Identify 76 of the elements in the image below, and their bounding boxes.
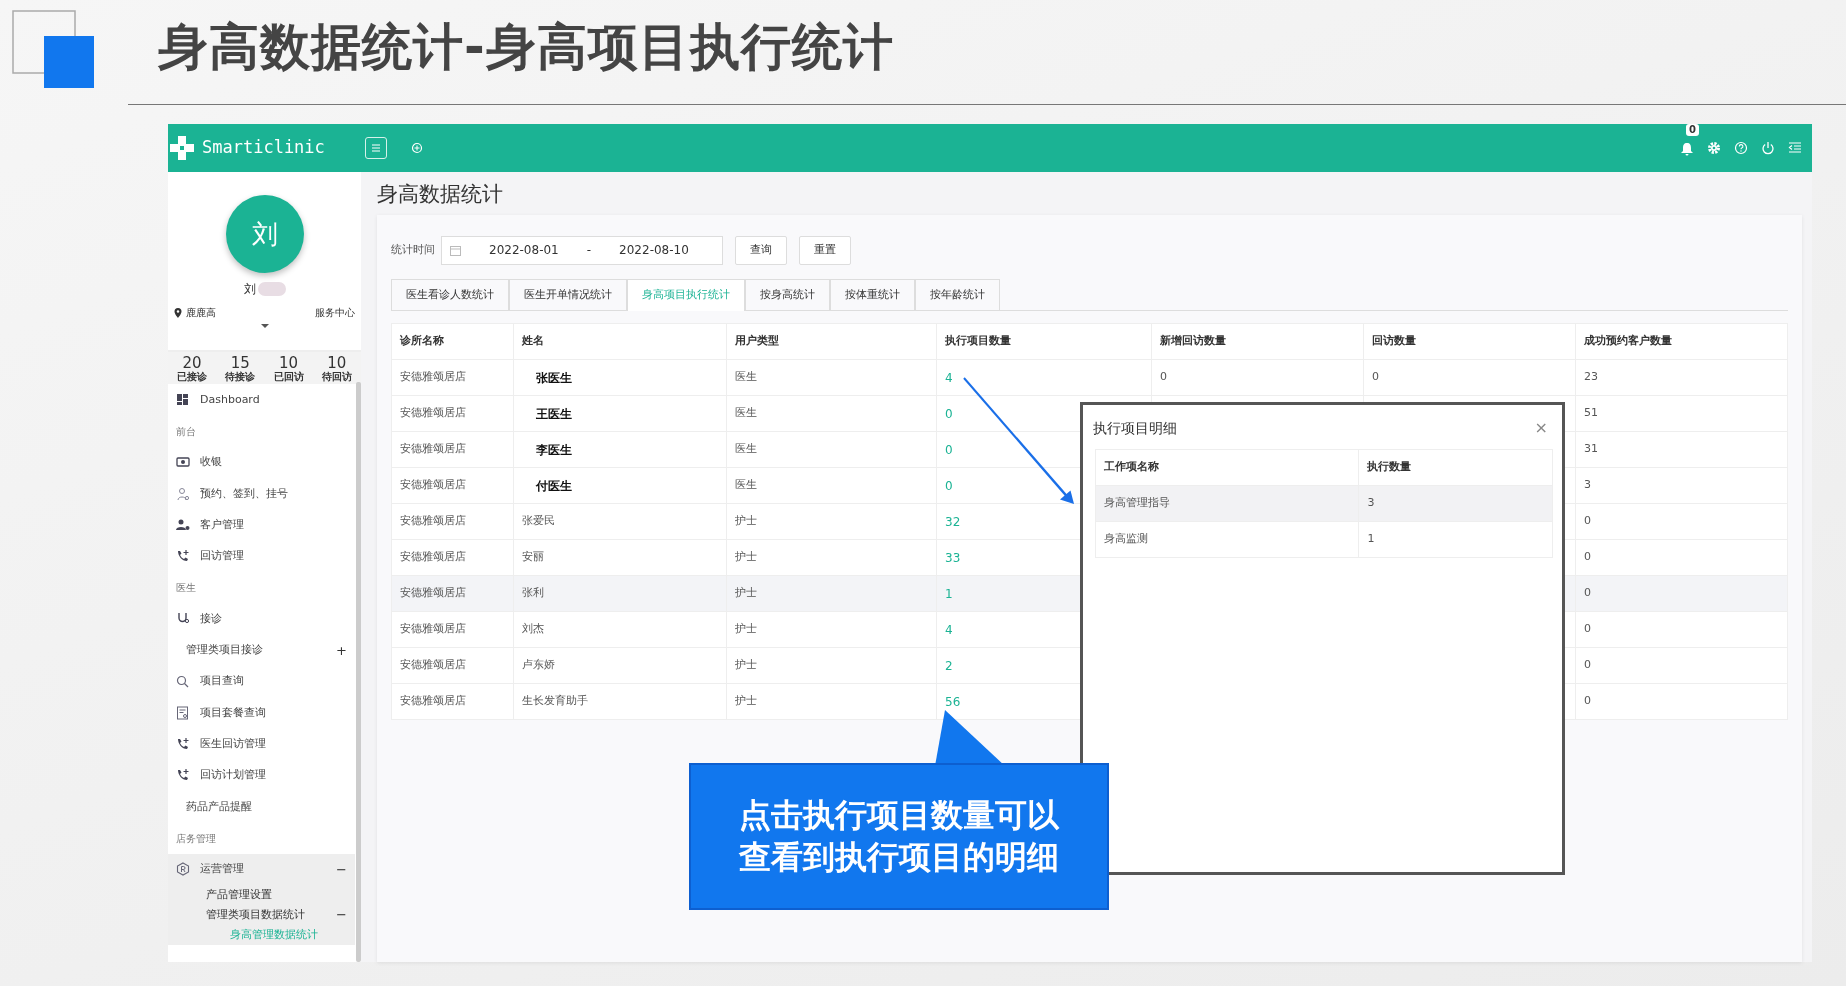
stat-label: 已接诊 bbox=[177, 371, 208, 383]
table-cell: 31 bbox=[1575, 431, 1788, 468]
table-cell: 医生 bbox=[726, 395, 937, 432]
table-cell: 安德雅颂居店 bbox=[391, 683, 514, 720]
stat-value: 20 bbox=[181, 356, 203, 372]
user-avatar: 刘 bbox=[225, 195, 304, 273]
table-cell: 付医生 bbox=[513, 467, 727, 504]
notification-badge: 0 bbox=[1686, 124, 1699, 136]
table-cell: 0 bbox=[1575, 575, 1788, 612]
column-header: 执行项目数量 bbox=[936, 323, 1152, 360]
table-cell: 0 bbox=[1575, 539, 1788, 576]
column-header: 姓名 bbox=[513, 323, 727, 360]
column-header: 新增回访数量 bbox=[1151, 323, 1364, 360]
table-cell: 医生 bbox=[726, 359, 937, 396]
table-cell: 护士 bbox=[726, 503, 937, 540]
table-cell: 0 bbox=[1151, 359, 1364, 396]
column-header: 用户类型 bbox=[726, 323, 937, 360]
table-cell: 卢东娇 bbox=[513, 647, 727, 684]
table-cell: 安德雅颂居店 bbox=[391, 611, 514, 648]
table-cell: 身高管理指导 bbox=[1095, 485, 1359, 522]
section-label: 医生 bbox=[175, 581, 197, 596]
stat-label: 待回访 bbox=[321, 371, 352, 383]
stat-value: 15 bbox=[230, 356, 251, 372]
table-cell: 安德雅颂居店 bbox=[391, 503, 514, 540]
location-text: 鹿鹿高 bbox=[186, 306, 216, 320]
table-cell: 安丽 bbox=[513, 539, 727, 576]
column-header: 工作项名称 bbox=[1095, 449, 1359, 486]
table-cell: 护士 bbox=[726, 647, 937, 684]
org-text: 服务中心 bbox=[315, 306, 355, 320]
filter-label: 统计时间 bbox=[391, 241, 435, 258]
table-cell: 张利 bbox=[513, 575, 727, 612]
table-cell: 护士 bbox=[726, 611, 937, 648]
column-header: 回访数量 bbox=[1363, 323, 1576, 360]
table-cell: 刘杰 bbox=[513, 611, 727, 648]
table-cell: 护士 bbox=[726, 683, 937, 720]
table-cell: 1 bbox=[1358, 521, 1553, 558]
table-cell: 护士 bbox=[726, 575, 937, 612]
table-cell: 安德雅颂居店 bbox=[391, 575, 514, 612]
table-cell: 0 bbox=[1575, 611, 1788, 648]
table-cell: 医生 bbox=[726, 431, 937, 468]
table-cell: 李医生 bbox=[513, 431, 727, 468]
table-cell: 身高监测 bbox=[1095, 521, 1359, 558]
column-header: 成功预约客户数量 bbox=[1575, 323, 1788, 360]
table-cell: 医生 bbox=[726, 467, 937, 504]
column-header: 执行数量 bbox=[1358, 449, 1553, 486]
slide-title: 身高数据统计-身高项目执行统计 bbox=[158, 17, 894, 78]
table-cell: 安德雅颂居店 bbox=[391, 467, 514, 504]
table-cell: 0 bbox=[1575, 647, 1788, 684]
brand-name: Smarticlinic bbox=[202, 136, 325, 160]
column-header: 诊所名称 bbox=[391, 323, 514, 360]
table-cell: 0 bbox=[1575, 503, 1788, 540]
table-cell: 张爱民 bbox=[513, 503, 727, 540]
table-cell: 安德雅颂居店 bbox=[391, 395, 514, 432]
table-cell: 生长发育助手 bbox=[513, 683, 727, 720]
table-cell: 3 bbox=[1575, 467, 1788, 504]
callout-text: 点击执行项目数量可以 查看到执行项目的明细 bbox=[689, 763, 1109, 910]
stat-label: 已回访 bbox=[273, 371, 304, 383]
table-cell: 张医生 bbox=[513, 359, 727, 396]
table-cell: 安德雅颂居店 bbox=[391, 431, 514, 468]
table-cell: 安德雅颂居店 bbox=[391, 647, 514, 684]
table-cell: 0 bbox=[1575, 683, 1788, 720]
table-cell: 安德雅颂居店 bbox=[391, 539, 514, 576]
stat-value: 10 bbox=[327, 356, 347, 372]
stat-label: 待接诊 bbox=[225, 371, 256, 383]
table-cell: 安德雅颂居店 bbox=[391, 359, 514, 396]
section-label: 店务管理 bbox=[175, 831, 217, 846]
table-cell: 护士 bbox=[726, 539, 937, 576]
page-title: 身高数据统计 bbox=[377, 182, 504, 208]
table-cell: 0 bbox=[1363, 359, 1576, 396]
section-label: 前台 bbox=[175, 424, 197, 439]
table-cell: 王医生 bbox=[513, 395, 727, 432]
table-cell: 23 bbox=[1575, 359, 1788, 396]
table-cell: 51 bbox=[1575, 395, 1788, 432]
stat-value: 10 bbox=[278, 356, 299, 372]
table-cell: 3 bbox=[1358, 485, 1553, 522]
user-name: 刘 bbox=[243, 281, 256, 298]
